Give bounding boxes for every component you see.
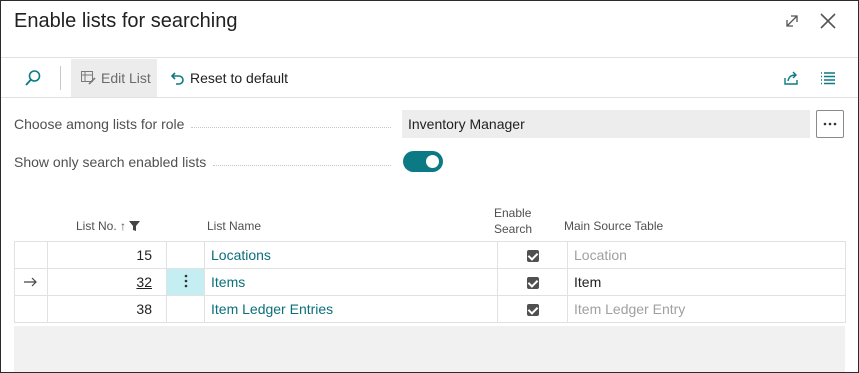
role-field[interactable]: Inventory Manager <box>402 110 810 138</box>
list-name-link[interactable]: Locations <box>211 247 271 263</box>
close-icon[interactable] <box>817 10 839 32</box>
row-menu-cell <box>166 241 205 269</box>
search-button[interactable] <box>19 59 47 97</box>
list-view-button[interactable] <box>817 59 839 97</box>
enable-search-checkbox[interactable] <box>526 277 539 290</box>
list-no-cell[interactable]: 38 <box>47 295 167 323</box>
lists-table: 15 Locations Location 32 Items Item 38 I… <box>14 241 846 323</box>
sort-ascending-icon: ↑ <box>120 219 127 233</box>
list-icon <box>821 72 835 85</box>
role-label: Choose among lists for role <box>14 116 185 132</box>
list-no-cell[interactable]: 32 <box>47 268 167 296</box>
search-icon <box>25 70 41 86</box>
list-name-cell: Items <box>204 268 498 296</box>
dialog: Enable lists for searching Edit List Res… <box>0 0 859 373</box>
column-header-list-name[interactable]: List Name <box>207 219 261 233</box>
filter-icon <box>129 221 141 231</box>
column-header-enable-search[interactable]: Enable Search <box>494 205 532 237</box>
ellipsis-icon <box>823 122 837 126</box>
edit-list-button[interactable]: Edit List <box>71 59 157 97</box>
row-menu-cell <box>166 295 205 323</box>
edit-list-icon <box>81 71 96 85</box>
list-no-value: 32 <box>136 274 152 290</box>
list-no-cell[interactable]: 15 <box>47 241 167 269</box>
reset-to-default-button[interactable]: Reset to default <box>169 59 288 97</box>
table-row[interactable]: 15 Locations Location <box>14 241 846 269</box>
more-options-button[interactable] <box>816 110 844 138</box>
edit-list-label: Edit List <box>101 70 151 86</box>
more-vertical-icon <box>184 274 187 287</box>
leader-dots <box>213 165 391 166</box>
column-header-list-no[interactable]: List No. ↑ <box>76 219 141 233</box>
column-header-main-source-table[interactable]: Main Source Table <box>564 219 663 233</box>
list-no-header-label: List No. <box>76 219 117 233</box>
table-row[interactable]: 32 Items Item <box>14 268 846 296</box>
enable-search-header-line1: Enable <box>494 206 532 220</box>
show-only-label: Show only search enabled lists <box>14 154 207 170</box>
toolbar-separator <box>60 66 61 90</box>
enable-search-checkbox[interactable] <box>526 250 539 263</box>
list-name-link[interactable]: Item Ledger Entries <box>211 301 333 317</box>
share-icon <box>784 71 798 85</box>
source-table-cell: Item Ledger Entry <box>567 295 846 323</box>
list-name-cell: Locations <box>204 241 498 269</box>
source-table-cell: Item <box>567 268 846 296</box>
table-row[interactable]: 38 Item Ledger Entries Item Ledger Entry <box>14 295 846 323</box>
row-indicator <box>14 241 48 269</box>
leader-dots <box>191 127 391 128</box>
reset-label: Reset to default <box>190 70 289 86</box>
share-button[interactable] <box>781 59 803 97</box>
list-name-link[interactable]: Items <box>211 274 245 290</box>
row-actions-button[interactable] <box>166 268 205 296</box>
enable-search-checkbox[interactable] <box>526 304 539 317</box>
arrow-right-icon <box>24 277 37 287</box>
list-name-cell: Item Ledger Entries <box>204 295 498 323</box>
dialog-title: Enable lists for searching <box>14 10 238 32</box>
enable-search-header-line2: Search <box>494 222 533 236</box>
undo-icon <box>171 72 184 85</box>
divider <box>1 97 858 98</box>
enable-search-cell <box>497 268 568 296</box>
expand-icon[interactable] <box>781 10 803 32</box>
toolbar: Edit List Reset to default <box>1 59 858 97</box>
show-only-toggle[interactable] <box>403 151 443 172</box>
row-indicator <box>14 295 48 323</box>
divider <box>1 57 858 58</box>
enable-search-cell <box>497 295 568 323</box>
toggle-knob <box>426 155 439 168</box>
enable-search-cell <box>497 241 568 269</box>
source-table-cell: Location <box>567 241 846 269</box>
table-empty-area <box>14 326 845 372</box>
row-indicator <box>14 268 48 296</box>
